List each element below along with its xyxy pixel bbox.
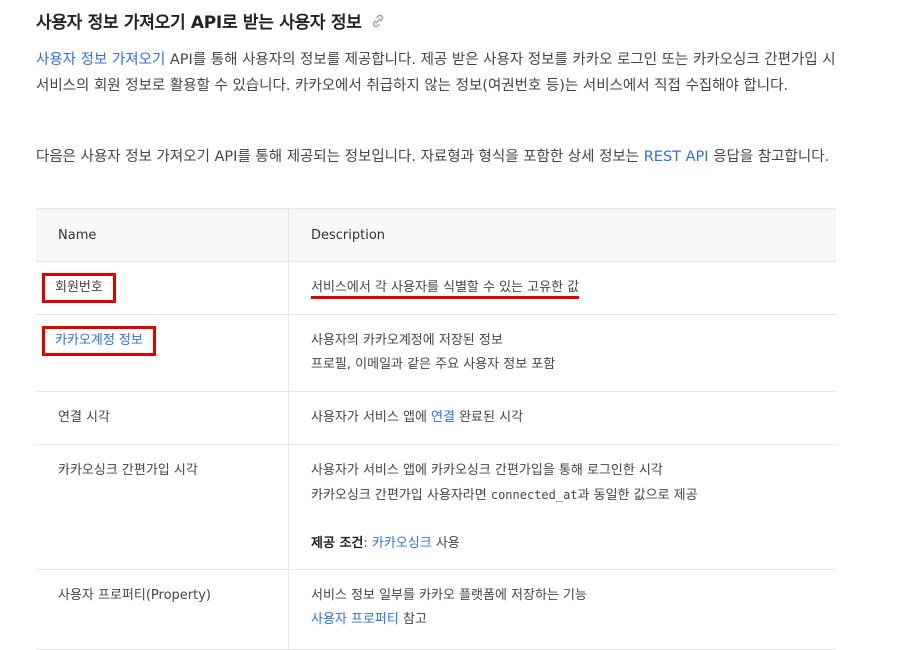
rest-api-link[interactable]: REST API xyxy=(644,149,709,165)
highlight-box: 카카오계정 정보 xyxy=(42,326,156,356)
provision-condition: 제공 조건: 카카오싱크 사용 xyxy=(311,536,460,551)
table-row: 카카오계정 정보 사용자의 카카오계정에 저장된 정보 프로필, 이메일과 같은… xyxy=(36,314,836,392)
row-desc: 서비스 정보 일부를 카카오 플랫폼에 저장하는 기능 xyxy=(311,588,587,603)
table-header-row: Name Description xyxy=(36,208,836,262)
section-heading: 사용자 정보 가져오기 API로 받는 사용자 정보 xyxy=(36,8,385,33)
table-row: 사용자 프로퍼티(Property) 서비스 정보 일부를 카카오 플랫폼에 저… xyxy=(36,569,836,650)
row-name: 사용자 프로퍼티(Property) xyxy=(36,569,289,650)
row-desc: 카카오싱크 간편가입 사용자라면 connected_at과 동일한 값으로 제… xyxy=(311,488,698,503)
highlight-box: 회원번호 xyxy=(42,273,116,303)
user-property-link[interactable]: 사용자 프로퍼티 xyxy=(311,612,399,627)
row-name: 연결 시각 xyxy=(36,391,289,445)
user-info-table: Name Description 회원번호 서비스에서 각 사용자를 식별할 수… xyxy=(36,208,836,650)
intro-paragraph: 사용자 정보 가져오기 API를 통해 사용자의 정보를 제공합니다. 제공 받… xyxy=(36,47,836,99)
row-desc: 프로필, 이메일과 같은 주요 사용자 정보 포함 xyxy=(311,357,556,372)
link-icon[interactable] xyxy=(371,14,385,32)
user-info-api-link[interactable]: 사용자 정보 가져오기 xyxy=(36,52,165,68)
info-paragraph: 다음은 사용자 정보 가져오기 API를 통해 제공되는 정보입니다. 자료형과… xyxy=(36,144,836,170)
row-desc: 사용자가 서비스 앱에 카카오싱크 간편가입을 통해 로그인한 시각 xyxy=(311,463,663,478)
info-text-2: 응답을 참고합니다. xyxy=(708,149,830,165)
row-desc: 사용자 프로퍼티 참고 xyxy=(311,612,427,627)
section-title: 사용자 정보 가져오기 API로 받는 사용자 정보 xyxy=(36,13,362,33)
row-desc: 사용자의 카카오계정에 저장된 정보 xyxy=(311,333,503,348)
row-desc-underlined: 서비스에서 각 사용자를 식별할 수 있는 고유한 값 xyxy=(311,280,580,299)
header-name: Name xyxy=(36,208,289,262)
table-row: 회원번호 서비스에서 각 사용자를 식별할 수 있는 고유한 값 xyxy=(36,261,836,315)
row-name: 카카오싱크 간편가입 시각 xyxy=(36,444,289,570)
kakaosync-link[interactable]: 카카오싱크 xyxy=(372,536,432,551)
doc-page: 사용자 정보 가져오기 API로 받는 사용자 정보 사용자 정보 가져오기 A… xyxy=(0,0,903,650)
code-connected-at: connected_at xyxy=(490,488,578,502)
connect-link[interactable]: 연결 xyxy=(431,410,455,425)
table-row: 연결 시각 사용자가 서비스 앱에 연결 완료된 시각 xyxy=(36,391,836,445)
row-name: 회원번호 xyxy=(55,280,103,295)
info-text-1: 다음은 사용자 정보 가져오기 API를 통해 제공되는 정보입니다. 자료형과… xyxy=(36,149,644,165)
kakao-account-info-link[interactable]: 카카오계정 정보 xyxy=(55,333,143,348)
header-description: Description xyxy=(288,208,836,262)
table-row: 카카오싱크 간편가입 시각 사용자가 서비스 앱에 카카오싱크 간편가입을 통해… xyxy=(36,444,836,570)
